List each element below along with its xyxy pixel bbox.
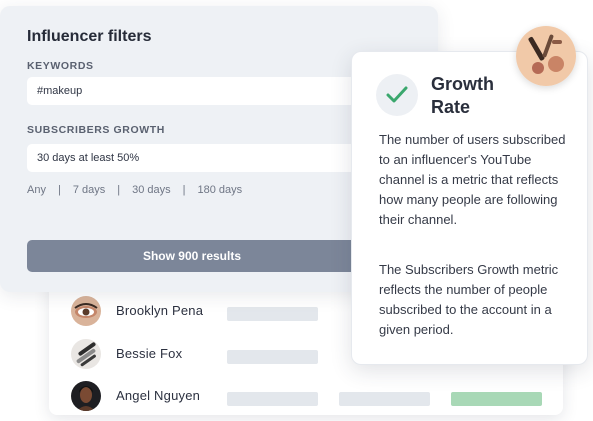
influencer-name: Bessie Fox <box>116 346 183 361</box>
subscribers-growth-input[interactable]: 30 days at least 50% <box>27 144 367 172</box>
period-option-any[interactable]: Any <box>27 184 46 196</box>
growth-rate-description: The number of users subscribed to an inf… <box>379 132 566 227</box>
metric-bar-highlight <box>451 392 542 406</box>
period-separator: | <box>117 184 121 196</box>
list-item[interactable]: Angel Nguyen <box>49 375 563 419</box>
keywords-input[interactable]: #makeup <box>27 77 367 105</box>
metric-bar <box>339 392 430 406</box>
metric-bar <box>227 392 318 406</box>
influencer-name: Brooklyn Pena <box>116 303 204 318</box>
keywords-label: KEYWORDS <box>27 60 94 72</box>
panel-title: Influencer filters <box>27 28 152 45</box>
makeup-brush-photo-icon <box>71 339 101 369</box>
period-selector: Any | 7 days | 30 days | 180 days <box>27 184 242 196</box>
growth-rate-info-card: Growth Rate The number of users subscrib… <box>351 51 588 365</box>
subscribers-growth-description: The Subscribers Growth metric reflects t… <box>379 262 559 337</box>
subscribers-growth-label: SUBSCRIBERS GROWTH <box>27 124 165 136</box>
influencer-name: Angel Nguyen <box>116 388 201 403</box>
makeup-eye-photo-icon <box>71 296 101 326</box>
period-separator: | <box>182 184 186 196</box>
woman-portrait-photo-icon <box>71 381 101 411</box>
growth-rate-title: Growth Rate <box>431 74 494 117</box>
period-option-7-days[interactable]: 7 days <box>73 184 105 196</box>
period-separator: | <box>57 184 61 196</box>
show-results-button[interactable]: Show 900 results <box>27 240 357 272</box>
makeup-products-photo-icon <box>516 26 576 86</box>
check-icon <box>376 74 418 116</box>
period-option-180-days[interactable]: 180 days <box>198 184 243 196</box>
metric-bar <box>227 350 318 364</box>
period-option-30-days[interactable]: 30 days <box>132 184 171 196</box>
metric-bar <box>227 307 318 321</box>
